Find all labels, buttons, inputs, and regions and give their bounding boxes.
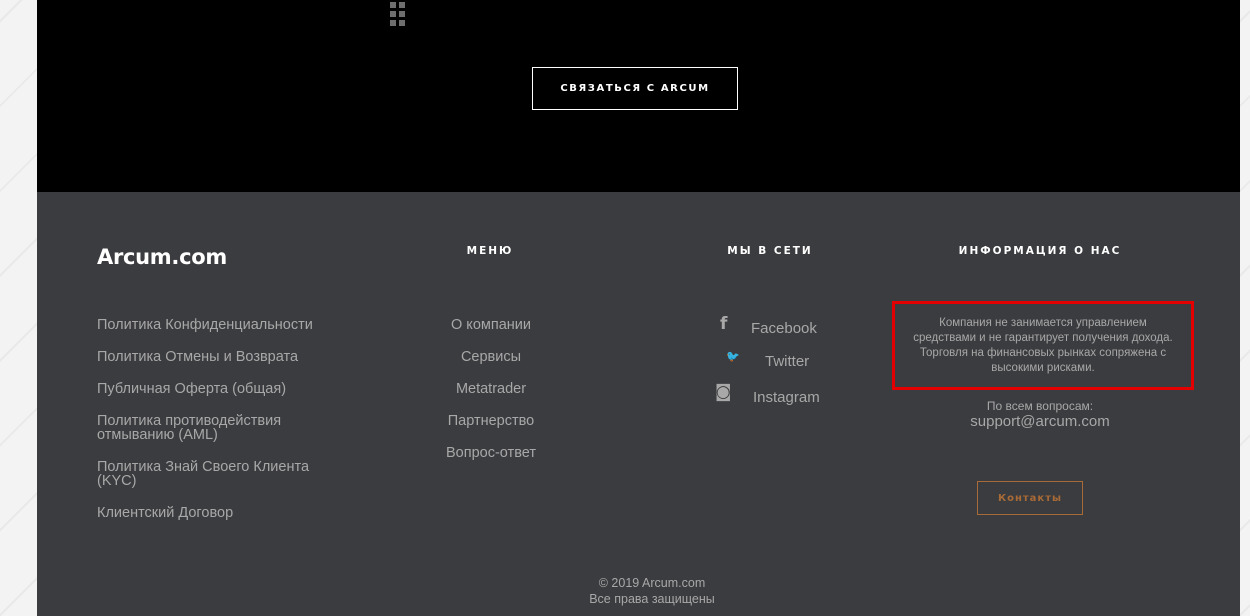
list-item: Metatrader — [417, 380, 565, 412]
menu-item-metatrader[interactable]: Metatrader — [456, 381, 526, 397]
footer-logo[interactable]: Arcum.com — [97, 245, 227, 269]
contact-arcum-button[interactable]: СВЯЗАТЬСЯ С ARCUM — [532, 67, 738, 110]
disclaimer-text: Компания не занимается управлением средс… — [913, 316, 1173, 374]
questions-label: По всем вопросам: — [986, 399, 1094, 413]
twitter-link[interactable]: Twitter — [765, 353, 809, 370]
list-item: Сервисы — [417, 348, 565, 380]
disclaimer-highlight-box: Компания не занимается управлением средс… — [892, 301, 1194, 390]
facebook-link[interactable]: Facebook — [751, 320, 817, 337]
copyright: © 2019 Arcum.com Все права защищены — [527, 575, 777, 607]
public-offer-link[interactable]: Публичная Оферта (общая) — [97, 382, 286, 397]
left-background-pattern — [0, 0, 37, 616]
site-footer: Arcum.com МЕНЮ МЫ В СЕТИ ИНФОРМАЦИЯ О НА… — [37, 192, 1240, 616]
aml-policy-link[interactable]: Политика противодействия отмыванию (AML) — [97, 414, 327, 443]
privacy-policy-link[interactable]: Политика Конфиденциальности — [97, 318, 313, 333]
list-item: Вопрос-ответ — [417, 444, 565, 476]
list-item: Клиентский Договор — [97, 506, 233, 521]
contact-hero-section: СВЯЗАТЬСЯ С ARCUM — [37, 0, 1240, 192]
contacts-button[interactable]: Контакты — [977, 481, 1083, 515]
menu-title: МЕНЮ — [466, 245, 514, 257]
refund-policy-link[interactable]: Политика Отмены и Возврата — [97, 350, 298, 365]
right-background-pattern — [1240, 0, 1250, 616]
list-item: Политика Знай Своего Клиента (KYC) — [97, 460, 342, 489]
instagram-link[interactable]: Instagram — [753, 389, 820, 406]
menu-item-services[interactable]: Сервисы — [461, 349, 521, 365]
menu-item-about[interactable]: О компании — [451, 317, 531, 333]
list-item: Политика противодействия отмыванию (AML) — [97, 414, 327, 443]
instagram-icon: ◙ — [715, 382, 732, 402]
list-item: Политика Отмены и Возврата — [97, 350, 298, 365]
twitter-icon: 🐦 — [726, 350, 740, 363]
menu-item-partnership[interactable]: Партнерство — [448, 413, 535, 429]
list-item: О компании — [417, 316, 565, 348]
facebook-icon: f — [720, 314, 728, 334]
list-item: Политика Конфиденциальности — [97, 318, 313, 333]
menu-item-faq[interactable]: Вопрос-ответ — [446, 445, 536, 461]
menu-links: О компании Сервисы Metatrader Партнерств… — [417, 316, 565, 476]
kyc-policy-link[interactable]: Политика Знай Своего Клиента (KYC) — [97, 460, 342, 489]
info-title: ИНФОРМАЦИЯ О НАС — [958, 245, 1122, 257]
client-agreement-link[interactable]: Клиентский Договор — [97, 506, 233, 521]
drag-handle-icon[interactable] — [390, 2, 406, 28]
support-email-link[interactable]: support@arcum.com — [937, 413, 1143, 430]
social-title: МЫ В СЕТИ — [727, 245, 813, 257]
list-item: Публичная Оферта (общая) — [97, 382, 286, 397]
copyright-line: © 2019 Arcum.com — [598, 576, 706, 590]
rights-line: Все права защищены — [589, 592, 715, 606]
list-item: Партнерство — [417, 412, 565, 444]
